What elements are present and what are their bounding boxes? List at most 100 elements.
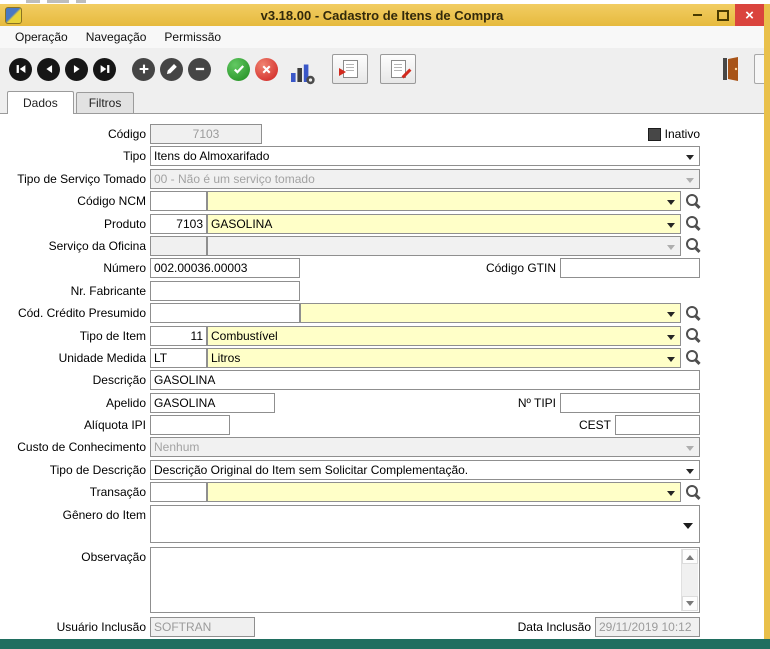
produto-code-input[interactable] (150, 214, 207, 234)
produto-search-icon[interactable] (685, 215, 702, 232)
codigo-label: Código (0, 127, 150, 141)
tipo-de-item-combobox[interactable]: Combustível (207, 326, 681, 346)
clipped-toolbar-button[interactable] (754, 54, 764, 84)
inativo-label: Inativo (665, 127, 700, 141)
row-usuario-inclusao: Usuário Inclusão Data Inclusão (0, 617, 700, 637)
unidade-medida-search-icon[interactable] (685, 349, 702, 366)
edit-button[interactable] (160, 58, 183, 81)
observacao-textarea[interactable] (150, 547, 700, 613)
exit-button[interactable] (721, 56, 741, 82)
row-tipo-servico-tomado: Tipo de Serviço Tomado 00 - Não é um ser… (0, 169, 700, 189)
produto-combobox[interactable]: GASOLINA (207, 214, 681, 234)
tipo-combobox[interactable]: Itens do Almoxarifado (150, 146, 700, 166)
apelido-label: Apelido (0, 396, 150, 410)
tipo-servico-tomado-label: Tipo de Serviço Tomado (0, 172, 150, 186)
unidade-medida-combobox[interactable]: Litros (207, 348, 681, 368)
cancel-button[interactable] (255, 58, 278, 81)
numero-input[interactable] (150, 258, 300, 278)
data-inclusao-label: Data Inclusão (518, 620, 595, 634)
codigo-ncm-combobox[interactable] (207, 191, 681, 211)
menu-bar: Operação Navegação Permissão (0, 26, 764, 48)
window-title: v3.18.00 - Cadastro de Itens de Compra (0, 8, 764, 23)
apelido-input[interactable] (150, 393, 275, 413)
insert-button[interactable] (132, 58, 155, 81)
row-transacao: Transação (0, 482, 700, 502)
dados-tab-page: Código Inativo Tipo Itens do Almoxarifad… (0, 113, 764, 639)
row-tipo-de-item: Tipo de Item Combustível (0, 326, 700, 346)
servico-oficina-combobox (207, 236, 681, 256)
tipo-de-item-code-input[interactable] (150, 326, 207, 346)
row-numero: Número Código GTIN (0, 258, 700, 278)
transacao-combobox[interactable] (207, 482, 681, 502)
row-codigo: Código Inativo (0, 124, 700, 144)
descricao-input[interactable] (150, 370, 700, 390)
tab-filtros[interactable]: Filtros (76, 92, 135, 113)
cod-credito-presumido-code-input[interactable] (150, 303, 300, 323)
previous-record-button[interactable] (37, 58, 60, 81)
nr-fabricante-input[interactable] (150, 281, 300, 301)
bottom-bar (0, 639, 770, 649)
maximize-icon (717, 10, 729, 21)
tab-dados[interactable]: Dados (7, 91, 74, 114)
row-codigo-ncm: Código NCM (0, 191, 700, 211)
codigo-gtin-input[interactable] (560, 258, 700, 278)
transacao-label: Transação (0, 485, 150, 499)
aliquota-ipi-input[interactable] (150, 415, 230, 435)
row-produto: Produto GASOLINA (0, 214, 700, 234)
edit-document-button[interactable] (380, 54, 416, 84)
transacao-search-icon[interactable] (685, 484, 702, 501)
cest-input[interactable] (615, 415, 700, 435)
tipo-servico-tomado-combobox: 00 - Não é um serviço tomado (150, 169, 700, 189)
tipo-descricao-label: Tipo de Descrição (0, 463, 150, 477)
codigo-gtin-label: Código GTIN (486, 261, 560, 275)
row-servico-oficina: Serviço da Oficina (0, 236, 700, 256)
cod-credito-presumido-combobox[interactable] (300, 303, 681, 323)
transacao-code-input[interactable] (150, 482, 207, 502)
background-window-fragment (26, 0, 86, 3)
tipo-descricao-combobox[interactable]: Descrição Original do Item sem Solicitar… (150, 460, 700, 480)
data-inclusao-input (595, 617, 700, 637)
servico-oficina-search-icon[interactable] (685, 237, 702, 254)
unidade-medida-label: Unidade Medida (0, 351, 150, 365)
menu-permissao[interactable]: Permissão (155, 28, 230, 46)
inativo-checkbox[interactable] (648, 128, 661, 141)
scroll-up-icon[interactable] (682, 549, 698, 564)
last-record-button[interactable] (93, 58, 116, 81)
observacao-label: Observação (0, 547, 150, 564)
genero-item-combobox[interactable] (150, 505, 700, 543)
first-record-button[interactable] (9, 58, 32, 81)
row-apelido: Apelido Nº TIPI (0, 393, 700, 413)
title-bar: v3.18.00 - Cadastro de Itens de Compra × (0, 4, 764, 26)
document-edit-icon (391, 60, 406, 78)
unidade-medida-code-input[interactable] (150, 348, 207, 368)
codigo-ncm-code-input[interactable] (150, 191, 207, 211)
row-aliquota-ipi: Alíquota IPI CEST (0, 415, 700, 435)
menu-operacao[interactable]: Operação (6, 28, 77, 46)
custo-conhecimento-label: Custo de Conhecimento (0, 440, 150, 454)
minimize-button[interactable] (685, 4, 710, 26)
import-document-button[interactable] (332, 54, 368, 84)
observacao-scrollbar[interactable] (681, 549, 698, 611)
produto-label: Produto (0, 217, 150, 231)
scroll-down-icon[interactable] (682, 596, 698, 611)
confirm-button[interactable] (227, 58, 250, 81)
numero-label: Número (0, 261, 150, 275)
servico-oficina-code-input (150, 236, 207, 256)
descricao-label: Descrição (0, 373, 150, 387)
menu-navegacao[interactable]: Navegação (77, 28, 156, 46)
maximize-button[interactable] (710, 4, 735, 26)
nr-fabricante-label: Nr. Fabricante (0, 284, 150, 298)
n-tipi-input[interactable] (560, 393, 700, 413)
tipo-label: Tipo (0, 149, 150, 163)
next-record-button[interactable] (65, 58, 88, 81)
cod-credito-presumido-search-icon[interactable] (685, 305, 702, 322)
close-button[interactable]: × (735, 4, 764, 26)
first-record-icon (14, 62, 28, 76)
chart-settings-button[interactable] (288, 53, 318, 85)
codigo-ncm-search-icon[interactable] (685, 193, 702, 210)
plus-icon (137, 62, 151, 76)
codigo-input[interactable] (150, 124, 262, 144)
tipo-de-item-search-icon[interactable] (685, 327, 702, 344)
delete-button[interactable] (188, 58, 211, 81)
last-record-icon (98, 62, 112, 76)
